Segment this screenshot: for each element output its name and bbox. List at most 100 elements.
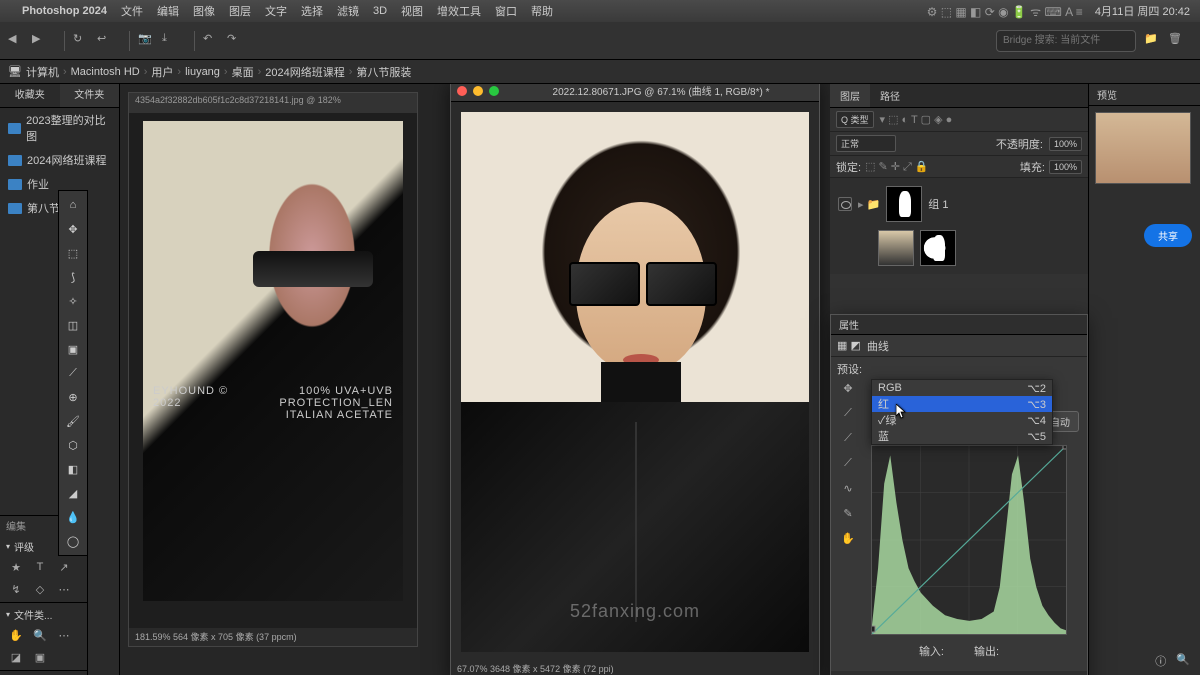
mask-thumb[interactable]: [886, 186, 922, 222]
zoom-icon[interactable]: 🔍: [30, 626, 50, 644]
layer-group[interactable]: ▸ 📁 组 1: [834, 182, 1084, 226]
hand-icon[interactable]: ✋: [6, 626, 26, 644]
doc-tab[interactable]: 4354a2f32882db605f1c2c8d37218141.jpg @ 1…: [129, 93, 417, 113]
visibility-toggle[interactable]: [838, 197, 852, 211]
dots-icon[interactable]: ⋯: [54, 580, 74, 598]
folder-icon: [8, 123, 21, 134]
menu-3d[interactable]: 3D: [373, 5, 387, 17]
panel-title[interactable]: 属性: [831, 315, 1087, 335]
tab-favorites[interactable]: 收藏夹: [0, 84, 60, 107]
rotate-cw-icon[interactable]: ↷: [227, 32, 245, 50]
crop-tool-icon[interactable]: ◫: [61, 313, 85, 337]
hand-icon[interactable]: ✋: [837, 527, 859, 549]
stamp-tool-icon[interactable]: ⬡: [61, 433, 85, 457]
opacity-field[interactable]: 100%: [1049, 137, 1082, 151]
menu-help[interactable]: 帮助: [531, 3, 553, 19]
menu-window[interactable]: 窗口: [495, 3, 517, 19]
blend-mode-dropdown[interactable]: 正常: [836, 135, 896, 152]
arrow-icon[interactable]: ↗: [54, 558, 74, 576]
import-icon[interactable]: ⤓: [162, 32, 180, 50]
star-icon[interactable]: ★: [6, 558, 26, 576]
menu-file[interactable]: 文件: [121, 3, 143, 19]
edit-points-icon[interactable]: ∿: [837, 477, 859, 499]
dodge-tool-icon[interactable]: ◯: [61, 529, 85, 553]
search-icon[interactable]: 🔍: [1176, 653, 1190, 669]
fill-field[interactable]: 100%: [1049, 160, 1082, 174]
bridge-document[interactable]: 4354a2f32882db605f1c2c8d37218141.jpg @ 1…: [128, 92, 418, 647]
tab-folders[interactable]: 文件夹: [60, 84, 120, 107]
boomerang-icon[interactable]: ↩: [97, 32, 115, 50]
folder-new-icon[interactable]: 📁: [1144, 32, 1162, 50]
search-input[interactable]: [996, 30, 1136, 52]
properties-panel[interactable]: 属性 ▦ ◩ 曲线 预设: 自动 RGB⌥2 红⌥3 ✓绿⌥4 蓝⌥5 ✥ ⟋ …: [830, 314, 1088, 675]
menu-text[interactable]: 文字: [265, 3, 287, 19]
curve-eyedropper-icon[interactable]: ✥: [837, 377, 859, 399]
minimize-icon[interactable]: [473, 86, 483, 96]
layer-name[interactable]: 组 1: [928, 196, 948, 212]
nav-forward-icon[interactable]: ▶: [32, 32, 50, 50]
eraser-tool-icon[interactable]: ◧: [61, 457, 85, 481]
eyedropper-black-icon[interactable]: ⟋: [837, 402, 859, 424]
tab-preview[interactable]: 预览: [1089, 84, 1200, 106]
menu-plugin[interactable]: 增效工具: [437, 3, 481, 19]
menu-layer[interactable]: 图层: [229, 3, 251, 19]
status-icons[interactable]: ⚙ ⬚ ▦ ◧ ⟳ ◉ 🔋 ᯤ ⌨ A ≡: [927, 3, 1083, 20]
marquee-tool-icon[interactable]: ⬚: [61, 241, 85, 265]
sidebar-item[interactable]: 2024网络班课程: [0, 148, 119, 172]
lock-icons[interactable]: ⬚ ✎ ✛ ⤢ 🔒: [865, 160, 929, 174]
wand-tool-icon[interactable]: ✧: [61, 289, 85, 313]
rotate-ccw-icon[interactable]: ↶: [203, 32, 221, 50]
tab-paths[interactable]: 路径: [870, 84, 910, 107]
more-icon[interactable]: ⋯: [54, 626, 74, 644]
gradient-tool-icon[interactable]: ◢: [61, 481, 85, 505]
menu-edit[interactable]: 编辑: [157, 3, 179, 19]
frame-tool-icon[interactable]: ▣: [61, 337, 85, 361]
layer-thumb[interactable]: [878, 230, 914, 266]
info-icon[interactable]: ⓘ: [1155, 653, 1166, 669]
layer-row[interactable]: [834, 226, 1084, 270]
breadcrumb[interactable]: 🖥计算机› Macintosh HD› 用户› liuyang› 桌面› 202…: [0, 60, 1200, 84]
menu-image[interactable]: 图像: [193, 3, 215, 19]
tab-layers[interactable]: 图层: [830, 84, 870, 107]
app-name[interactable]: Photoshop 2024: [22, 5, 107, 17]
mask-icon[interactable]: ▣: [30, 648, 50, 666]
eyedropper-gray-icon[interactable]: ⟋: [837, 427, 859, 449]
canvas-image[interactable]: 52fanxing.com: [461, 112, 809, 652]
history-icon[interactable]: ↻: [73, 32, 91, 50]
ps-toolbox[interactable]: ⌂ ✥ ⬚ ⟆ ✧ ◫ ▣ ⟋ ⊕ 🖌 ⬡ ◧ ◢ 💧 ◯: [58, 190, 88, 556]
move-tool-icon[interactable]: ✥: [61, 217, 85, 241]
clock[interactable]: 4月11日 周四 20:42: [1095, 3, 1190, 19]
window-titlebar[interactable]: 2022.12.80671.JPG @ 67.1% (曲线 1, RGB/8*)…: [451, 84, 819, 102]
swatch-icon[interactable]: ◪: [6, 648, 26, 666]
adjust-thumb[interactable]: [920, 230, 956, 266]
eyedropper-tool-icon[interactable]: ⟋: [61, 361, 85, 385]
trash-icon[interactable]: 🗑: [1168, 32, 1186, 50]
channel-blue[interactable]: 蓝⌥5: [872, 428, 1052, 444]
blur-tool-icon[interactable]: 💧: [61, 505, 85, 529]
photoshop-document[interactable]: 2022.12.80671.JPG @ 67.1% (曲线 1, RGB/8*)…: [450, 84, 820, 675]
heal-tool-icon[interactable]: ⊕: [61, 385, 85, 409]
channel-rgb[interactable]: RGB⌥2: [872, 380, 1052, 396]
brush-tool-icon[interactable]: 🖌: [61, 409, 85, 433]
draw-curve-icon[interactable]: ✎: [837, 502, 859, 524]
layer-list[interactable]: ▸ 📁 组 1: [830, 178, 1088, 274]
camera-icon[interactable]: 📷: [138, 32, 156, 50]
eyedropper-white-icon[interactable]: ⟋: [837, 452, 859, 474]
path-icon[interactable]: ↯: [6, 580, 26, 598]
close-icon[interactable]: [457, 86, 467, 96]
type-icon[interactable]: T: [30, 558, 50, 576]
shape-icon[interactable]: ◇: [30, 580, 50, 598]
filetype-header[interactable]: 文件类...: [6, 607, 81, 622]
menu-view[interactable]: 视图: [401, 3, 423, 19]
menu-select[interactable]: 选择: [301, 3, 323, 19]
menu-filter[interactable]: 滤镜: [337, 3, 359, 19]
zoom-icon[interactable]: [489, 86, 499, 96]
lasso-tool-icon[interactable]: ⟆: [61, 265, 85, 289]
preview-thumbnail[interactable]: [1095, 112, 1191, 184]
curves-histogram[interactable]: [871, 445, 1067, 635]
layer-filter-dropdown[interactable]: Q 类型: [836, 111, 874, 128]
sidebar-item[interactable]: 2023整理的对比图: [0, 108, 119, 148]
share-button[interactable]: 共享: [1144, 224, 1192, 247]
nav-back-icon[interactable]: ◀: [8, 32, 26, 50]
home-icon[interactable]: ⌂: [61, 193, 85, 217]
